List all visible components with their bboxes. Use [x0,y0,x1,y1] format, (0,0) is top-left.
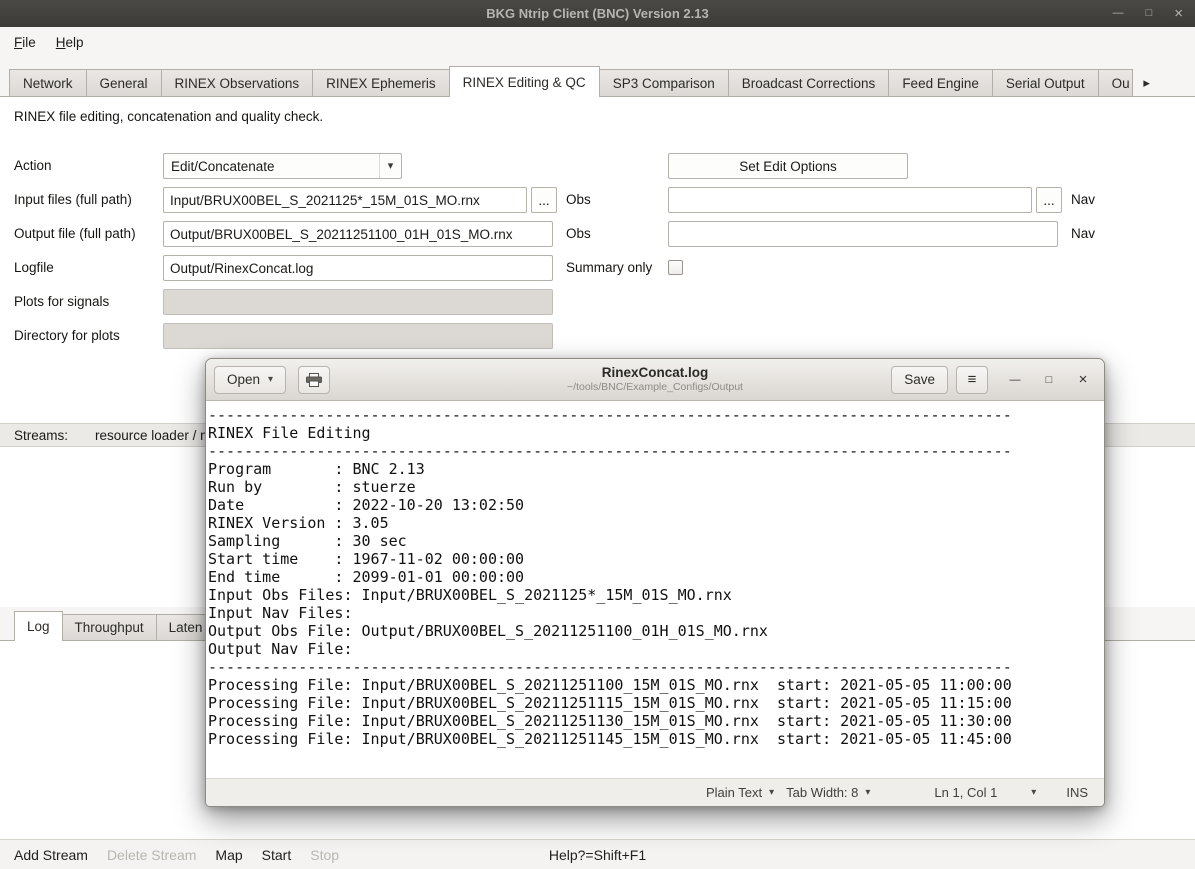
bnc-main-window: BKG Ntrip Client (BNC) Version 2.13 — □ … [0,0,1195,869]
input-obs-files-field[interactable] [163,187,527,213]
close-icon[interactable]: × [1174,6,1183,21]
streams-value: resource loader / n [95,428,208,443]
editor-statusbar: Plain Text ▾ Tab Width: 8 ▾ Ln 1, Col 1 … [206,778,1104,806]
add-stream-button[interactable]: Add Stream [14,847,88,863]
panel-description: RINEX file editing, concatenation and qu… [14,109,323,124]
tab-rinex-observations[interactable]: RINEX Observations [161,69,314,96]
cursor-position[interactable]: Ln 1, Col 1 [934,785,997,800]
hamburger-icon: ≡ [968,371,977,388]
plots-directory-label: Directory for plots [14,323,120,349]
editor-window-controls: — □ × [1002,367,1096,393]
editor-title: RinexConcat.log [567,365,743,382]
streams-label: Streams: [14,428,68,443]
window-title: BKG Ntrip Client (BNC) Version 2.13 [486,6,708,21]
open-button[interactable]: Open ▾ [214,366,286,394]
delete-stream-button: Delete Stream [107,847,196,863]
start-button[interactable]: Start [262,847,292,863]
editor-subtitle: ~/tools/BNC/Example_Configs/Output [567,381,743,394]
action-select[interactable]: Edit/Concatenate ▾ [163,153,402,179]
chevron-down-icon: ▾ [268,374,273,385]
set-edit-options-button[interactable]: Set Edit Options [668,153,908,179]
language-label: Plain Text [706,785,762,800]
output-nav-file-field[interactable] [668,221,1058,247]
maximize-icon[interactable]: □ [1146,8,1153,19]
stop-button: Stop [310,847,339,863]
output-obs-file-field[interactable] [163,221,553,247]
menubar: File Help [0,27,1195,57]
summary-only-checkbox[interactable] [668,260,683,275]
tab-broadcast-corrections[interactable]: Broadcast Corrections [728,69,890,96]
map-button[interactable]: Map [215,847,242,863]
tab-general[interactable]: General [86,69,162,96]
help-hint: Help?=Shift+F1 [549,847,646,863]
chevron-down-icon: ▾ [865,787,870,798]
input-nav-browse-button[interactable]: ... [1036,187,1062,213]
tab-log[interactable]: Log [14,611,63,641]
input-obs-tag: Obs [566,187,591,213]
tab-width-label: Tab Width: 8 [786,785,858,800]
tab-rinex-editing-qc[interactable]: RINEX Editing & QC [449,66,600,97]
input-files-label: Input files (full path) [14,187,132,213]
input-nav-files-field[interactable] [668,187,1032,213]
editor-text-area[interactable]: ----------------------------------------… [206,401,1104,778]
minimize-icon[interactable]: — [1113,8,1124,19]
main-tab-bar: Network General RINEX Observations RINEX… [0,57,1195,96]
summary-only-label: Summary only [566,255,652,281]
goto-line-dropdown[interactable]: ▾ [1031,787,1036,798]
save-button[interactable]: Save [891,366,948,394]
tab-rinex-ephemeris[interactable]: RINEX Ephemeris [312,69,450,96]
chevron-down-icon: ▾ [379,154,401,178]
output-obs-tag: Obs [566,221,591,247]
output-file-label: Output file (full path) [14,221,136,247]
insert-mode-indicator: INS [1066,785,1088,800]
output-nav-tag: Nav [1071,221,1095,247]
editor-close-icon[interactable]: × [1070,367,1096,393]
tab-sp3-comparison[interactable]: SP3 Comparison [599,69,729,96]
plots-signals-label: Plots for signals [14,289,109,315]
bottom-toolbar: Add Stream Delete Stream Map Start Stop … [0,839,1195,869]
tab-serial-output[interactable]: Serial Output [992,69,1099,96]
tab-output-truncated[interactable]: Ou [1098,69,1133,96]
menu-button[interactable]: ≡ [956,366,988,394]
editor-minimize-icon[interactable]: — [1002,367,1028,393]
menu-file[interactable]: File [4,31,46,54]
tab-scroll-right-button[interactable]: ▸ [1132,70,1162,96]
print-icon [306,373,322,387]
editor-window: Open ▾ RinexConcat.log ~/tools/BNC/Examp… [205,358,1105,807]
logfile-label: Logfile [14,255,54,281]
action-label: Action [14,153,52,179]
tab-network[interactable]: Network [9,69,87,96]
chevron-down-icon: ▾ [769,787,774,798]
input-obs-browse-button[interactable]: ... [531,187,557,213]
tab-feed-engine[interactable]: Feed Engine [888,69,993,96]
tab-throughput[interactable]: Throughput [62,614,157,640]
chevron-right-icon: ▸ [1143,75,1150,91]
plots-directory-field [163,323,553,349]
plots-signals-field [163,289,553,315]
titlebar: BKG Ntrip Client (BNC) Version 2.13 — □ … [0,0,1195,27]
editor-headerbar: Open ▾ RinexConcat.log ~/tools/BNC/Examp… [206,359,1104,401]
editor-title-block: RinexConcat.log ~/tools/BNC/Example_Conf… [567,365,743,395]
print-button[interactable] [298,366,330,394]
input-nav-tag: Nav [1071,187,1095,213]
open-button-label: Open [227,372,260,387]
tab-width-selector[interactable]: Tab Width: 8 ▾ [786,785,870,800]
menu-help[interactable]: Help [46,31,94,54]
logfile-field[interactable] [163,255,553,281]
editor-maximize-icon[interactable]: □ [1036,367,1062,393]
window-controls: — □ × [1113,0,1183,27]
action-select-value: Edit/Concatenate [164,159,379,174]
language-selector[interactable]: Plain Text ▾ [706,785,774,800]
